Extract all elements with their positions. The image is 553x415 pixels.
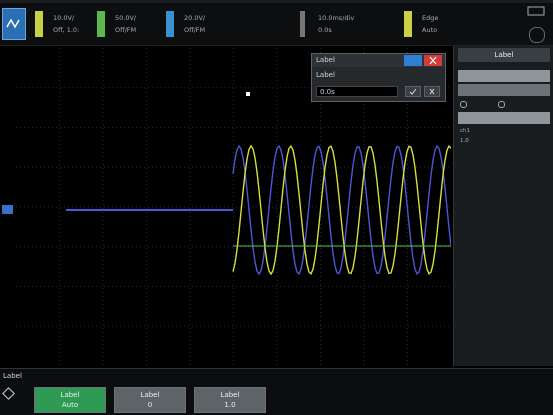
dialog-cancel-button[interactable]: [424, 86, 440, 97]
channel-1-tag: [35, 11, 43, 37]
dialog-ok-button[interactable]: [405, 86, 421, 97]
timebase-position: 0.0s: [318, 26, 332, 34]
trigger-mode: Auto: [422, 26, 438, 34]
channel-3-scale: 20.0V/: [184, 14, 206, 22]
trigger-status[interactable]: Edge Auto: [404, 11, 464, 37]
panel-option-3[interactable]: [458, 112, 550, 124]
panel-row-2-key: 1.0: [460, 138, 469, 144]
timebase-tag: [300, 11, 305, 37]
dialog-field-label: Label: [316, 71, 335, 79]
channel-1-scale: 10.0V/: [53, 14, 75, 22]
home-button[interactable]: [2, 8, 26, 40]
softkey-1-value: Auto: [61, 401, 79, 409]
channel-2-offset: Off/FM: [115, 26, 137, 34]
timebase-status[interactable]: 10.0ms/div 0.0s: [300, 11, 370, 37]
channel-2-tag: [97, 11, 105, 37]
channel-3-tag: [166, 11, 174, 37]
softkey-2-label: Label: [140, 391, 160, 399]
timebase-scale: 10.0ms/div: [318, 14, 355, 22]
bottom-softkey-bar: Label Label Auto Label 0 Label 1.0: [0, 368, 553, 415]
panel-option-1[interactable]: [458, 70, 550, 82]
panel-radio-row[interactable]: [458, 100, 550, 108]
dialog-titlebar: Label: [312, 54, 445, 67]
trigger-position-marker[interactable]: [246, 92, 250, 96]
right-settings-panel: Label ch1 1.0: [453, 46, 553, 366]
softkey-2[interactable]: Label 0: [114, 387, 186, 413]
label-dialog: Label Label 0.0s: [311, 53, 446, 102]
dialog-value-field[interactable]: 0.0s: [316, 86, 398, 97]
check-icon: [409, 88, 417, 95]
softkey-3-label: Label: [220, 391, 240, 399]
panel-option-2[interactable]: [458, 84, 550, 96]
power-icon[interactable]: [529, 27, 545, 43]
help-button[interactable]: [404, 55, 422, 66]
softkey-2-value: 0: [147, 401, 153, 409]
close-icon: [429, 56, 437, 65]
trigger-tag: [404, 11, 412, 37]
softkey-1[interactable]: Label Auto: [34, 387, 106, 413]
close-button[interactable]: [424, 55, 442, 66]
top-status-bar: 10.0V/ Off, 1.0: 50.0V/ Off/FM 20.0V/ Of…: [0, 0, 553, 46]
softkey-3-value: 1.0: [224, 401, 236, 409]
channel-offset-marker[interactable]: [2, 205, 13, 214]
channel-3-offset: Off/FM: [184, 26, 206, 34]
softkey-3[interactable]: Label 1.0: [194, 387, 266, 413]
menu-icon[interactable]: [2, 387, 15, 400]
settings-icon[interactable]: [527, 4, 547, 20]
panel-row-1-key: ch1: [460, 128, 471, 134]
channel-2-scale: 50.0V/: [115, 14, 137, 22]
channel-3-status[interactable]: 20.0V/ Off/FM: [166, 11, 226, 37]
dialog-title: Label: [316, 56, 335, 64]
softkey-section-label: Label: [3, 372, 22, 380]
panel-row-2: 1.0: [458, 138, 550, 146]
panel-row-1: ch1: [458, 128, 550, 136]
ch1-trace: [232, 144, 451, 276]
channel-1-status[interactable]: 10.0V/ Off, 1.0:: [35, 11, 95, 37]
radio-b[interactable]: [498, 101, 505, 108]
trigger-type: Edge: [422, 14, 439, 22]
trace-icon: [6, 18, 20, 29]
channel-1-offset: Off, 1.0:: [53, 26, 80, 34]
radio-a[interactable]: [460, 101, 467, 108]
x-icon: [429, 88, 435, 95]
panel-header: Label: [458, 48, 550, 62]
top-edge: [0, 0, 553, 3]
channel-2-status[interactable]: 50.0V/ Off/FM: [97, 11, 157, 37]
softkey-1-label: Label: [60, 391, 80, 399]
